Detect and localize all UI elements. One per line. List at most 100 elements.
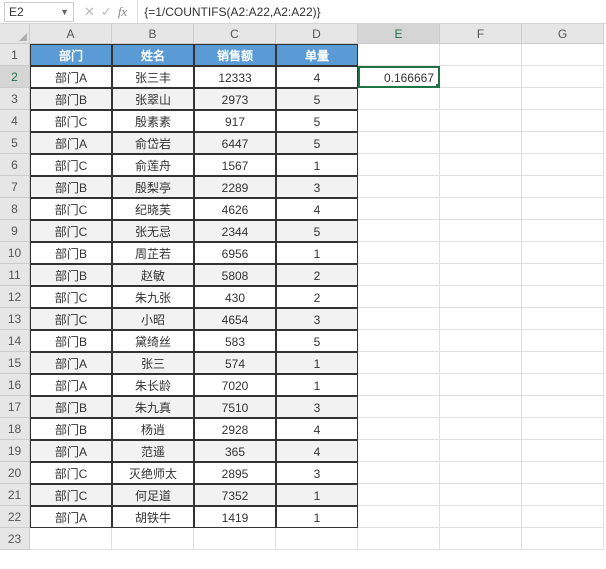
cell-F20[interactable] bbox=[440, 462, 522, 484]
row-header-19[interactable]: 19 bbox=[0, 440, 30, 462]
row-header-3[interactable]: 3 bbox=[0, 88, 30, 110]
cell-F10[interactable] bbox=[440, 242, 522, 264]
cell-E19[interactable] bbox=[358, 440, 440, 462]
col-header-D[interactable]: D bbox=[276, 24, 358, 44]
row-header-22[interactable]: 22 bbox=[0, 506, 30, 528]
cell-C11[interactable]: 5808 bbox=[194, 264, 276, 286]
cell-A13[interactable]: 部门C bbox=[30, 308, 112, 330]
cell-G8[interactable] bbox=[522, 198, 604, 220]
cell-C21[interactable]: 7352 bbox=[194, 484, 276, 506]
cell-D20[interactable]: 3 bbox=[276, 462, 358, 484]
cell-A11[interactable]: 部门B bbox=[30, 264, 112, 286]
cell-F12[interactable] bbox=[440, 286, 522, 308]
cell-F6[interactable] bbox=[440, 154, 522, 176]
row-header-20[interactable]: 20 bbox=[0, 462, 30, 484]
cell-G15[interactable] bbox=[522, 352, 604, 374]
cell-F15[interactable] bbox=[440, 352, 522, 374]
cell-F17[interactable] bbox=[440, 396, 522, 418]
cell-D5[interactable]: 5 bbox=[276, 132, 358, 154]
chevron-down-icon[interactable]: ▼ bbox=[60, 7, 69, 17]
cell-D15[interactable]: 1 bbox=[276, 352, 358, 374]
cell-F23[interactable] bbox=[440, 528, 522, 550]
cell-A6[interactable]: 部门C bbox=[30, 154, 112, 176]
table-header-qty[interactable]: 单量 bbox=[276, 44, 358, 66]
cell-F2[interactable] bbox=[440, 66, 522, 88]
cell-G9[interactable] bbox=[522, 220, 604, 242]
formula-input[interactable]: {=1/COUNTIFS(A2:A22,A2:A22)} bbox=[137, 0, 606, 23]
cell-F18[interactable] bbox=[440, 418, 522, 440]
cell-E6[interactable] bbox=[358, 154, 440, 176]
row-header-9[interactable]: 9 bbox=[0, 220, 30, 242]
cell-G1[interactable] bbox=[522, 44, 604, 66]
row-header-15[interactable]: 15 bbox=[0, 352, 30, 374]
row-header-21[interactable]: 21 bbox=[0, 484, 30, 506]
cell-D19[interactable]: 4 bbox=[276, 440, 358, 462]
row-header-14[interactable]: 14 bbox=[0, 330, 30, 352]
cell-C10[interactable]: 6956 bbox=[194, 242, 276, 264]
cell-G16[interactable] bbox=[522, 374, 604, 396]
cell-D16[interactable]: 1 bbox=[276, 374, 358, 396]
cell-A7[interactable]: 部门B bbox=[30, 176, 112, 198]
cell-G10[interactable] bbox=[522, 242, 604, 264]
cell-C8[interactable]: 4626 bbox=[194, 198, 276, 220]
cell-E21[interactable] bbox=[358, 484, 440, 506]
cell-D11[interactable]: 2 bbox=[276, 264, 358, 286]
cell-G23[interactable] bbox=[522, 528, 604, 550]
cell-E16[interactable] bbox=[358, 374, 440, 396]
cell-B3[interactable]: 张翠山 bbox=[112, 88, 194, 110]
cell-A22[interactable]: 部门A bbox=[30, 506, 112, 528]
cell-D8[interactable]: 4 bbox=[276, 198, 358, 220]
cell-E8[interactable] bbox=[358, 198, 440, 220]
col-header-F[interactable]: F bbox=[440, 24, 522, 44]
cell-G22[interactable] bbox=[522, 506, 604, 528]
cell-C13[interactable]: 4654 bbox=[194, 308, 276, 330]
cell-B20[interactable]: 灭绝师太 bbox=[112, 462, 194, 484]
cell-F13[interactable] bbox=[440, 308, 522, 330]
confirm-icon[interactable]: ✓ bbox=[101, 4, 112, 20]
cell-B21[interactable]: 何足道 bbox=[112, 484, 194, 506]
cell-B19[interactable]: 范遥 bbox=[112, 440, 194, 462]
row-header-17[interactable]: 17 bbox=[0, 396, 30, 418]
row-header-13[interactable]: 13 bbox=[0, 308, 30, 330]
cell-C20[interactable]: 2895 bbox=[194, 462, 276, 484]
row-header-12[interactable]: 12 bbox=[0, 286, 30, 308]
cell-F4[interactable] bbox=[440, 110, 522, 132]
cell-F8[interactable] bbox=[440, 198, 522, 220]
cell-D4[interactable]: 5 bbox=[276, 110, 358, 132]
cell-E1[interactable] bbox=[358, 44, 440, 66]
cell-D2[interactable]: 4 bbox=[276, 66, 358, 88]
col-header-C[interactable]: C bbox=[194, 24, 276, 44]
cell-G4[interactable] bbox=[522, 110, 604, 132]
table-header-sales[interactable]: 销售额 bbox=[194, 44, 276, 66]
cell-A8[interactable]: 部门C bbox=[30, 198, 112, 220]
cell-C22[interactable]: 1419 bbox=[194, 506, 276, 528]
cell-D13[interactable]: 3 bbox=[276, 308, 358, 330]
row-header-11[interactable]: 11 bbox=[0, 264, 30, 286]
cell-E9[interactable] bbox=[358, 220, 440, 242]
cell-A9[interactable]: 部门C bbox=[30, 220, 112, 242]
cell-A15[interactable]: 部门A bbox=[30, 352, 112, 374]
cell-G7[interactable] bbox=[522, 176, 604, 198]
cell-E11[interactable] bbox=[358, 264, 440, 286]
cell-F9[interactable] bbox=[440, 220, 522, 242]
cell-A23[interactable] bbox=[30, 528, 112, 550]
cell-C16[interactable]: 7020 bbox=[194, 374, 276, 396]
cell-G11[interactable] bbox=[522, 264, 604, 286]
cell-C12[interactable]: 430 bbox=[194, 286, 276, 308]
cell-D12[interactable]: 2 bbox=[276, 286, 358, 308]
cell-D18[interactable]: 4 bbox=[276, 418, 358, 440]
cell-C18[interactable]: 2928 bbox=[194, 418, 276, 440]
cell-G5[interactable] bbox=[522, 132, 604, 154]
cell-C17[interactable]: 7510 bbox=[194, 396, 276, 418]
cell-B5[interactable]: 俞岱岩 bbox=[112, 132, 194, 154]
row-header-16[interactable]: 16 bbox=[0, 374, 30, 396]
cell-G6[interactable] bbox=[522, 154, 604, 176]
cell-B6[interactable]: 俞莲舟 bbox=[112, 154, 194, 176]
cell-F14[interactable] bbox=[440, 330, 522, 352]
row-header-10[interactable]: 10 bbox=[0, 242, 30, 264]
cell-C7[interactable]: 2289 bbox=[194, 176, 276, 198]
cell-B23[interactable] bbox=[112, 528, 194, 550]
cell-G3[interactable] bbox=[522, 88, 604, 110]
cell-F22[interactable] bbox=[440, 506, 522, 528]
cell-A2[interactable]: 部门A bbox=[30, 66, 112, 88]
